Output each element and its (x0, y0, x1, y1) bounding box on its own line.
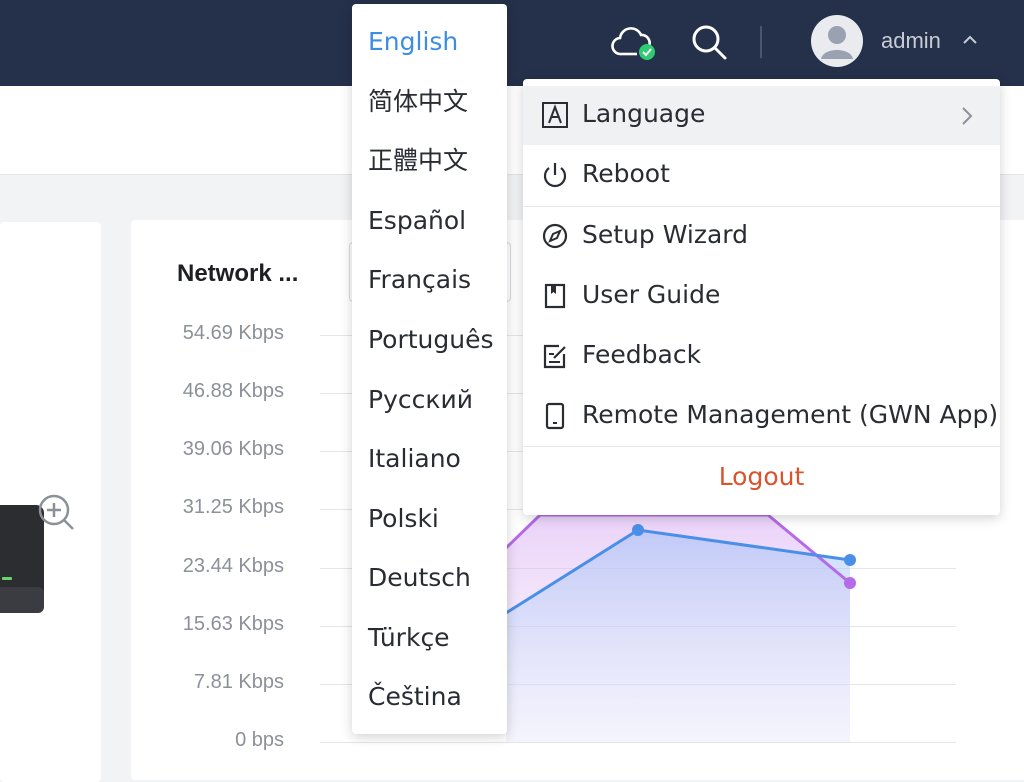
language-option-english[interactable]: English (352, 12, 507, 71)
language-option-spanish[interactable]: Español (352, 191, 507, 250)
language-option-simplified-chinese[interactable]: 简体中文 (352, 72, 507, 131)
chevron-up-icon (963, 35, 977, 44)
logout-button[interactable]: Logout (523, 445, 1000, 509)
y-tick-label: 23.44 Kbps (182, 555, 284, 577)
chevron-right-icon (962, 107, 973, 125)
nav-divider (760, 26, 762, 58)
language-option-russian[interactable]: Русский (352, 370, 507, 429)
top-nav-bar: admin (0, 0, 1024, 86)
y-tick-label: 7.81 Kbps (193, 671, 284, 693)
user-menu-toggle[interactable]: admin (808, 14, 998, 72)
username: admin (881, 28, 941, 53)
language-option-traditional-chinese[interactable]: 正體中文 (352, 131, 507, 190)
y-tick-label: 15.63 Kbps (182, 613, 284, 635)
menu-item-label: User Guide (582, 280, 721, 309)
menu-item-user-guide[interactable]: User Guide (523, 267, 1000, 326)
menu-item-language[interactable]: Language (523, 86, 1000, 145)
compass-icon (542, 223, 568, 249)
menu-item-setup-wizard[interactable]: Setup Wizard (523, 207, 1000, 266)
cloud-check-icon[interactable] (611, 24, 657, 60)
language-icon (542, 102, 568, 128)
menu-item-label: Reboot (582, 159, 670, 188)
menu-item-label: Remote Management (GWN App) (582, 400, 999, 429)
menu-item-label: Language (582, 99, 706, 128)
y-tick-label: 0 bps (235, 729, 284, 751)
menu-item-label: Feedback (582, 340, 702, 369)
gridline (320, 742, 956, 743)
menu-item-reboot[interactable]: Reboot (523, 146, 1000, 205)
menu-item-label: Setup Wizard (582, 220, 748, 249)
card-title: Network ... (177, 260, 299, 287)
language-option-turkish[interactable]: Türkçe (352, 608, 507, 667)
language-option-italian[interactable]: Italiano (352, 429, 507, 488)
y-tick-label: 39.06 Kbps (182, 438, 284, 460)
y-tick-label: 54.69 Kbps (182, 322, 284, 344)
zoom-in-icon[interactable] (36, 492, 76, 532)
language-option-polish[interactable]: Polski (352, 489, 507, 548)
y-tick-label: 46.88 Kbps (182, 380, 284, 402)
power-icon (543, 163, 567, 188)
book-icon (544, 283, 566, 309)
feedback-icon (543, 344, 566, 369)
menu-item-feedback[interactable]: Feedback (523, 327, 1000, 386)
avatar (811, 15, 863, 67)
language-option-french[interactable]: Français (352, 250, 507, 309)
phone-icon (545, 402, 565, 430)
search-icon[interactable] (689, 22, 729, 62)
menu-item-remote-management[interactable]: Remote Management (GWN App) (523, 387, 1000, 446)
language-option-german[interactable]: Deutsch (352, 548, 507, 607)
language-option-portuguese[interactable]: Português (352, 310, 507, 369)
language-option-czech[interactable]: Čeština (352, 667, 507, 726)
language-dropdown: English 简体中文 正體中文 Español Français Portu… (352, 4, 507, 734)
user-dropdown-menu: Language Reboot Setup Wizard User Guide (523, 79, 1000, 515)
y-tick-label: 31.25 Kbps (182, 496, 284, 518)
